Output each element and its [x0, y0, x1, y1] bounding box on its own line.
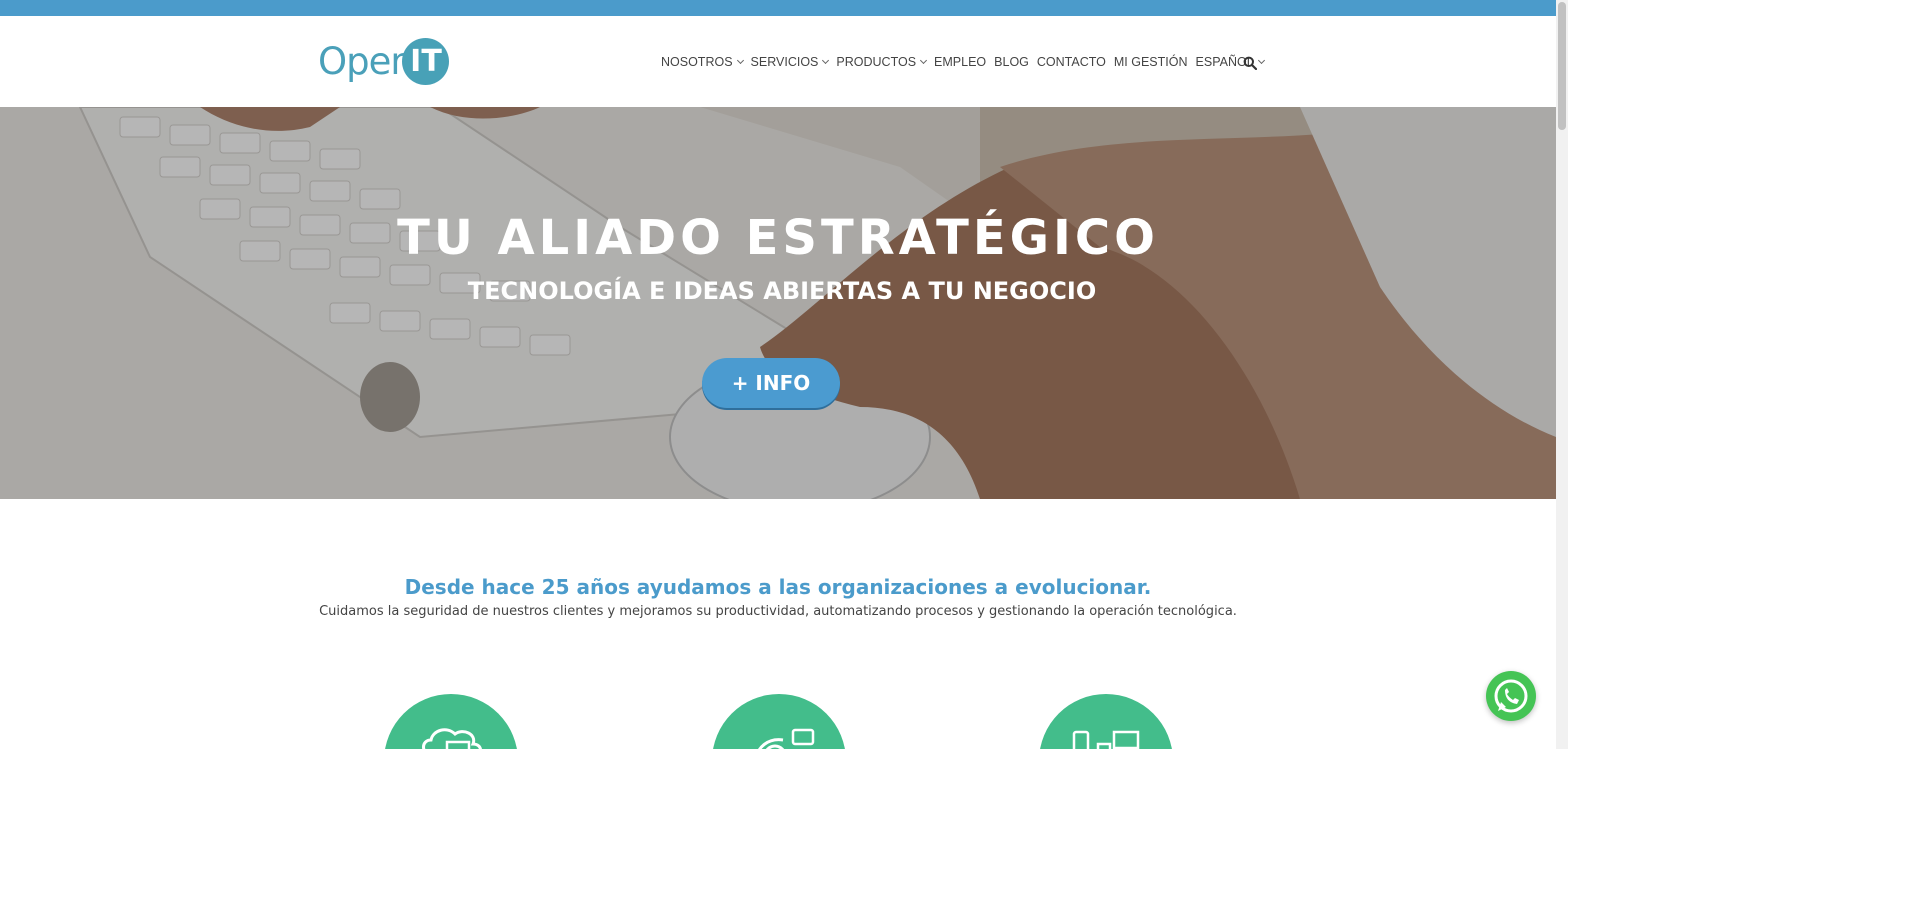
hero-subtitle: TECNOLOGÍA E IDEAS ABIERTAS A TU NEGOCIO [467, 277, 1097, 305]
nav-item-label: MI GESTIÓN [1113, 55, 1188, 69]
support-chat-icon [758, 728, 815, 749]
service-support[interactable] [712, 694, 846, 749]
nav-item-nosotros[interactable]: NOSOTROS [661, 55, 744, 69]
nav-item-label: EMPLEO [934, 55, 987, 69]
logo-text-it: IT [410, 44, 442, 79]
service-cloud[interactable] [384, 694, 518, 749]
nav-item-contacto[interactable]: CONTACTO [1037, 55, 1106, 69]
nav-item-productos[interactable]: PRODUCTOS [836, 55, 928, 69]
search-icon[interactable] [1243, 56, 1257, 70]
page: Open IT NOSOTROS SERVICIOS PRODUCTOS EMP… [0, 0, 1568, 749]
nav-item-blog[interactable]: BLOG [994, 55, 1029, 69]
main-nav: NOSOTROS SERVICIOS PRODUCTOS EMPLEO BLOG… [661, 54, 1272, 70]
devices-icon [1072, 730, 1140, 749]
nav-item-label: BLOG [994, 55, 1029, 69]
nav-item-label: PRODUCTOS [836, 55, 917, 69]
intro-text: Cuidamos la seguridad de nuestros client… [319, 604, 1237, 619]
nav-item-label: NOSOTROS [661, 55, 733, 69]
scrollbar-thumb[interactable] [1558, 2, 1566, 130]
intro-title: Desde hace 25 años ayudamos a las organi… [404, 575, 1152, 599]
whatsapp-icon [1494, 679, 1528, 713]
site-header: Open IT NOSOTROS SERVICIOS PRODUCTOS EMP… [0, 16, 1556, 107]
top-accent-bar [0, 0, 1556, 16]
service-devices[interactable] [1039, 694, 1173, 749]
chevron-down-icon [1257, 56, 1265, 65]
page-scrollbar[interactable] [1556, 0, 1568, 749]
chevron-down-icon [736, 56, 744, 65]
nav-item-mi-gestion[interactable]: MI GESTIÓN [1114, 55, 1188, 69]
chevron-down-icon [920, 56, 928, 65]
nav-item-empleo[interactable]: EMPLEO [934, 55, 986, 69]
nav-item-servicios[interactable]: SERVICIOS [750, 55, 830, 69]
logo-text-open: Open [318, 40, 414, 83]
more-info-button[interactable]: + INFO [702, 358, 840, 408]
hero-banner: TU ALIADO ESTRATÉGICO TECNOLOGÍA E IDEAS… [0, 107, 1556, 499]
chevron-down-icon [822, 56, 830, 65]
cloud-icon [422, 728, 482, 749]
whatsapp-chat-button[interactable] [1486, 671, 1536, 721]
openit-logo[interactable]: Open IT [318, 38, 450, 86]
nav-item-label: SERVICIOS [750, 55, 819, 69]
nav-item-label: CONTACTO [1036, 55, 1106, 69]
hero-title: TU ALIADO ESTRATÉGICO [397, 210, 1159, 266]
